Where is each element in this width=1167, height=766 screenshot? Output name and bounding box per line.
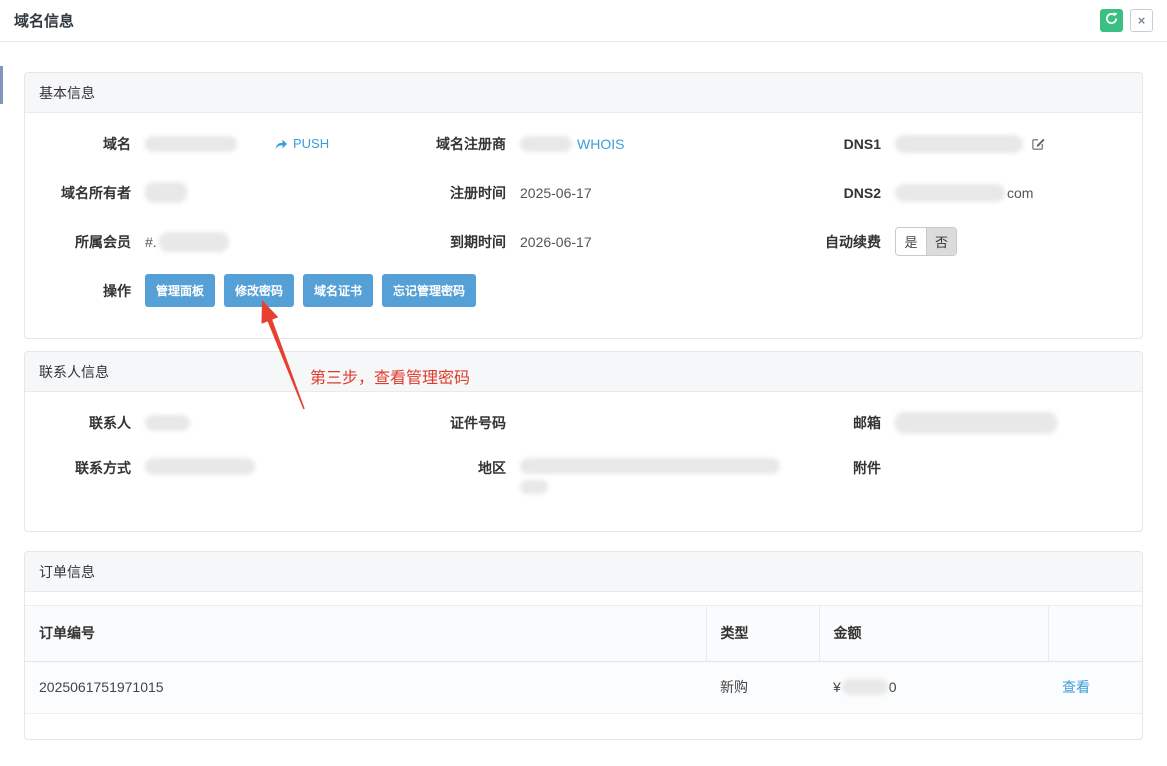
modal-title: 域名信息 [14,10,74,31]
order-type-cell: 新购 [706,661,819,713]
modal-header: 域名信息 × [0,0,1167,42]
action-column-header [1048,606,1142,661]
whois-link-label: WHOIS [577,136,624,152]
redacted-dns2-value [895,184,1005,202]
change-password-button[interactable]: 修改密码 [224,274,294,307]
basic-info-panel-title: 基本信息 [25,73,1142,113]
refresh-button[interactable] [1100,9,1123,32]
registrar-label: 域名注册商 [435,134,506,154]
redacted-owner-value [145,182,187,203]
refresh-icon [1105,12,1118,30]
order-toolbar-strip [25,592,1142,606]
basic-row-operations: 操作 管理面板 修改密码 域名证书 忘记管理密码 [25,266,1142,315]
expire-time-value: 2026-06-17 [520,234,592,250]
redacted-contact-value [145,415,190,431]
domain-info-modal: 域名信息 × 基本信息 域名 [0,0,1167,766]
redacted-email-value [895,412,1057,434]
member-prefix: #. [145,234,157,250]
view-order-link[interactable]: 查看 [1062,677,1090,697]
redacted-region-line2 [520,480,548,494]
auto-renew-toggle: 是 否 [895,227,957,256]
order-info-panel-title: 订单信息 [25,552,1142,592]
type-column-header: 类型 [706,606,819,661]
close-icon: × [1138,14,1146,27]
order-info-panel: 订单信息 订单编号 类型 金额 2025061751971015 新购 [24,551,1143,740]
id-number-label: 证件号码 [435,413,506,433]
order-table-row: 2025061751971015 新购 ¥ 0 查看 [25,661,1142,713]
member-label: 所属会员 [25,232,131,252]
dns1-label: DNS1 [821,136,881,152]
owner-label: 域名所有者 [25,183,131,203]
basic-row-1: 域名 PUSH 域名注册商 [25,119,1142,168]
edit-dns-icon[interactable] [1031,136,1046,151]
auto-renew-label: 自动续费 [821,232,881,252]
redacted-phone-value [145,458,255,475]
contact-label: 联系人 [25,413,131,433]
forgot-password-button[interactable]: 忘记管理密码 [382,274,476,307]
contact-info-panel-title: 联系人信息 [25,352,1142,392]
redacted-amount-value [842,679,888,695]
order-amount-cell: ¥ 0 [819,661,1048,713]
auto-renew-no-button[interactable]: 否 [926,228,956,255]
basic-row-2: 域名所有者 注册时间 2025-06-17 DNS2 com [25,168,1142,217]
order-table: 订单编号 类型 金额 2025061751971015 新购 ¥ 0 [25,606,1142,714]
basic-row-3: 所属会员 #. 到期时间 2026-06-17 自动续费 是 否 [25,217,1142,266]
redacted-member-value [159,232,229,252]
region-label: 地区 [435,458,506,478]
redacted-region-line1 [520,458,780,474]
contact-info-body: 联系人 证件号码 邮箱 联系方式 地区 [25,392,1142,511]
whois-link[interactable]: WHOIS [577,136,624,152]
amount-currency: ¥ [833,679,841,695]
email-label: 邮箱 [821,413,881,433]
reg-time-value: 2025-06-17 [520,185,592,201]
order-table-header-row: 订单编号 类型 金额 [25,606,1142,661]
dns2-suffix: com [1007,185,1033,201]
redacted-registrar-value [520,136,572,152]
basic-info-body: 域名 PUSH 域名注册商 [25,113,1142,315]
background-accent-strip [0,66,3,104]
push-link[interactable]: PUSH [274,136,329,151]
close-button[interactable]: × [1130,9,1153,32]
domain-label: 域名 [25,134,131,154]
contact-row-1: 联系人 证件号码 邮箱 [25,398,1142,447]
dns2-label: DNS2 [821,185,881,201]
domain-certificate-button[interactable]: 域名证书 [303,274,373,307]
reg-time-label: 注册时间 [435,183,506,203]
manage-panel-button[interactable]: 管理面板 [145,274,215,307]
attachment-label: 附件 [821,458,881,478]
redacted-domain-value [145,136,237,152]
basic-info-panel: 基本信息 域名 PUSH [24,72,1143,339]
order-no-column-header: 订单编号 [25,606,706,661]
redacted-dns1-value [895,135,1023,153]
expire-time-label: 到期时间 [435,232,506,252]
push-link-label: PUSH [293,136,329,151]
operation-label: 操作 [25,281,131,301]
phone-label: 联系方式 [25,458,131,478]
header-actions: × [1100,9,1153,32]
amount-suffix: 0 [889,679,897,695]
push-icon [274,137,288,150]
auto-renew-yes-button[interactable]: 是 [896,228,926,255]
order-no-cell: 2025061751971015 [25,661,706,713]
amount-column-header: 金额 [819,606,1048,661]
contact-row-2: 联系方式 地区 附件 [25,447,1142,511]
contact-info-panel: 联系人信息 联系人 证件号码 邮箱 联系方式 [24,351,1143,532]
